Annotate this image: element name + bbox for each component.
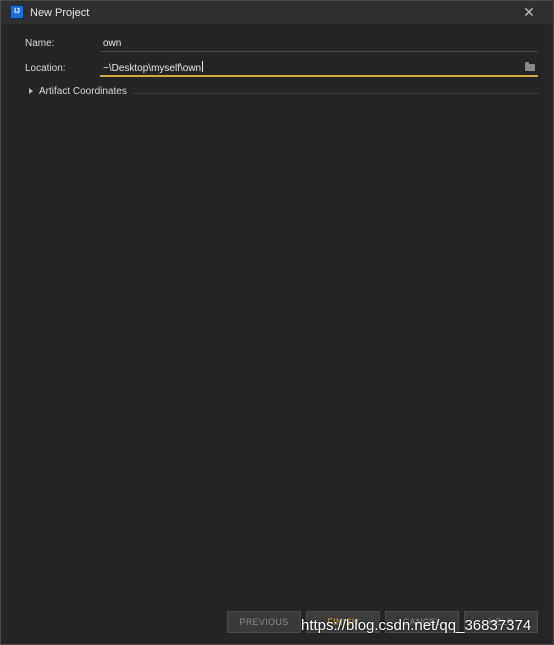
intellij-app-icon: IJ <box>10 5 24 19</box>
dialog-content: Name: own Location: ~\Desktop\myself\own… <box>7 24 547 638</box>
artifact-coordinates-label: Artifact Coordinates <box>39 86 127 97</box>
new-project-dialog: IJ New Project ✕ Name: own Location: ~\D… <box>0 0 554 645</box>
chevron-right-icon <box>29 88 33 94</box>
location-label: Location: <box>25 63 66 74</box>
watermark-url: https://blog.csdn.net/qq_36837374 <box>301 617 532 634</box>
folder-icon[interactable] <box>525 62 535 71</box>
name-value: own <box>103 38 122 49</box>
title-bar: IJ New Project ✕ <box>1 1 553 24</box>
previous-button[interactable]: PREVIOUS <box>227 611 301 633</box>
location-field[interactable]: ~\Desktop\myself\own <box>100 60 538 77</box>
section-divider <box>133 93 539 94</box>
dialog-title: New Project <box>30 7 90 19</box>
text-caret <box>202 61 204 72</box>
name-field[interactable]: own <box>100 35 538 52</box>
artifact-coordinates-toggle[interactable]: Artifact Coordinates <box>27 85 539 99</box>
close-icon[interactable]: ✕ <box>521 4 537 20</box>
location-value: ~\Desktop\myself\own <box>103 63 202 74</box>
name-label: Name: <box>25 38 55 49</box>
